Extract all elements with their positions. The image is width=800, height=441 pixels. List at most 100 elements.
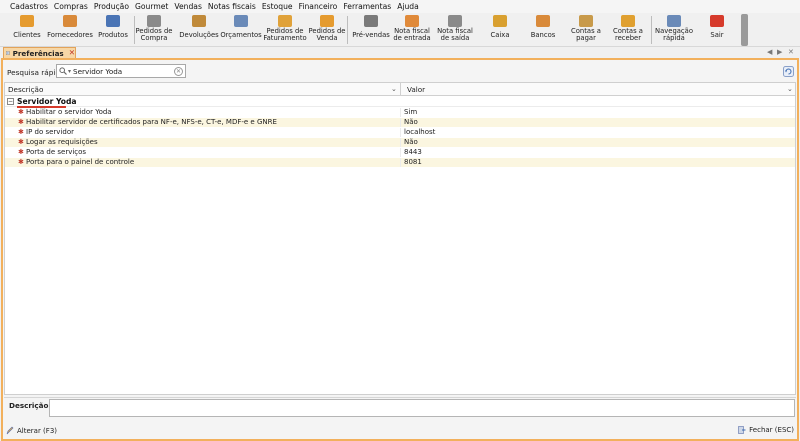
column-description-chevron-icon[interactable]: ⌄ xyxy=(391,85,397,93)
cash-icon xyxy=(493,15,507,27)
toolbar-button-6[interactable]: Pedidos de Faturamento xyxy=(261,13,309,47)
toolbar-button-label: Nota fiscal de saída xyxy=(437,27,473,43)
table-row[interactable]: ✱ Habilitar servidor de certificados para… xyxy=(5,118,795,127)
toolbar-button-label: Caixa xyxy=(490,31,510,39)
close-all-tabs-icon[interactable]: ✕ xyxy=(788,47,794,58)
menu-ajuda[interactable]: Ajuda xyxy=(394,0,422,13)
preferences-icon xyxy=(6,51,10,55)
grid-header: Descrição ⌄ Valor ⌄ xyxy=(5,83,795,96)
table-row[interactable]: ✱ Habilitar o servidor Yoda Sim xyxy=(5,108,795,117)
toolbar-button-label: Bancos xyxy=(530,31,556,39)
toolbar-button-10[interactable]: Nota fiscal de saída xyxy=(431,13,479,47)
tab-scroll-left-icon[interactable]: ◀ xyxy=(767,47,772,58)
toolbar-button-14[interactable]: Contas a receber xyxy=(604,13,652,47)
toolbar-button-1[interactable]: Fornecedores xyxy=(46,13,94,47)
menu-cadastros[interactable]: Cadastros xyxy=(7,0,51,13)
toolbar-button-label: Sair xyxy=(710,31,724,39)
collapse-icon[interactable]: − xyxy=(7,98,14,105)
table-row[interactable]: ✱ Logar as requisições Não xyxy=(5,138,795,147)
setting-value[interactable]: 8081 xyxy=(404,158,422,167)
search-icon xyxy=(59,67,67,75)
close-door-icon xyxy=(738,426,746,434)
description-box xyxy=(49,399,795,417)
tab-scroll-right-icon[interactable]: ▶ xyxy=(777,47,782,58)
toolbar-button-3[interactable]: Pedidos de Compra xyxy=(130,13,178,47)
toolbar-button-0[interactable]: Clientes xyxy=(3,13,51,47)
menu-produção[interactable]: Produção xyxy=(91,0,132,13)
menu-compras[interactable]: Compras xyxy=(51,0,91,13)
table-row[interactable]: ✱ Porta de serviços 8443 xyxy=(5,148,795,157)
toolbar-button-16[interactable]: Sair xyxy=(693,13,741,47)
column-header-value[interactable]: Valor xyxy=(404,83,425,96)
group-row-servidor-yoda[interactable]: − Servidor Yoda xyxy=(5,97,795,108)
search-dropdown-icon[interactable]: ▾ xyxy=(68,68,71,75)
table-row[interactable]: ✱ IP do servidor localhost xyxy=(5,128,795,137)
toolbar-button-label: Pedidos de Venda xyxy=(308,27,346,43)
menu-bar: Cadastros Compras Produção Gourmet Vendas Not… xyxy=(0,0,800,13)
setting-description: Porta de serviços xyxy=(26,148,87,156)
pre-sales-icon xyxy=(364,15,378,27)
menu-ferramentas[interactable]: Ferramentas xyxy=(340,0,394,13)
toolbar-button-9[interactable]: Nota fiscal de entrada xyxy=(388,13,436,47)
setting-value[interactable]: localhost xyxy=(404,128,435,137)
toolbar-button-label: Clientes xyxy=(13,31,41,39)
setting-bullet-icon: ✱ xyxy=(18,138,24,146)
column-header-description[interactable]: Descrição xyxy=(5,83,43,96)
toolbar-button-label: Orçamentos xyxy=(220,31,262,39)
setting-value[interactable]: 8443 xyxy=(404,148,422,157)
tab-preferencias[interactable]: Preferências ✕ xyxy=(3,47,76,58)
toolbar-button-label: Pedidos de Faturamento xyxy=(263,27,307,43)
toolbar-button-label: Contas a pagar xyxy=(571,27,601,43)
edit-button-label: Alterar (F3) xyxy=(17,426,57,435)
menu-estoque[interactable]: Estoque xyxy=(259,0,296,13)
setting-value[interactable]: Não xyxy=(404,138,418,147)
toolbar-button-7[interactable]: Pedidos de Venda xyxy=(303,13,351,47)
toolbar-button-13[interactable]: Contas a pagar xyxy=(562,13,610,47)
column-value-chevron-icon[interactable]: ⌄ xyxy=(787,85,793,93)
setting-bullet-icon: ✱ xyxy=(18,108,24,116)
tab-close-icon[interactable]: ✕ xyxy=(69,49,75,57)
description-label: Descrição: xyxy=(9,401,52,410)
toolbar-button-11[interactable]: Caixa xyxy=(476,13,524,47)
search-input[interactable]: ▾ Servidor Yoda ✕ xyxy=(56,64,186,78)
table-row[interactable]: ✱ Porta para o painel de controle 8081 xyxy=(5,158,795,167)
quotes-icon xyxy=(234,15,248,27)
menu-vendas[interactable]: Vendas xyxy=(171,0,205,13)
billing-orders-icon xyxy=(278,15,292,27)
toolbar-button-label: Nota fiscal de entrada xyxy=(393,27,431,43)
row-divider xyxy=(400,108,401,117)
setting-value[interactable]: Sim xyxy=(404,108,417,117)
menu-gourmet[interactable]: Gourmet xyxy=(132,0,171,13)
refresh-icon[interactable] xyxy=(783,66,794,77)
setting-bullet-icon: ✱ xyxy=(18,158,24,166)
clients-icon xyxy=(20,15,34,27)
toolbar-button-4[interactable]: Devoluções xyxy=(175,13,223,47)
setting-value[interactable]: Não xyxy=(404,118,418,127)
toolbar-grip[interactable] xyxy=(741,14,748,46)
edit-button[interactable]: Alterar (F3) xyxy=(6,426,57,435)
toolbar-button-label: Navegação rápida xyxy=(655,27,693,43)
toolbar-button-label: Devoluções xyxy=(179,31,219,39)
search-value: Servidor Yoda xyxy=(73,66,123,76)
setting-description: IP do servidor xyxy=(26,128,74,136)
menu-notas-fiscais[interactable]: Notas fiscais xyxy=(205,0,259,13)
row-divider xyxy=(400,148,401,157)
setting-description: Habilitar servidor de certificados para … xyxy=(26,118,277,126)
toolbar-button-label: Fornecedores xyxy=(47,31,93,39)
setting-bullet-icon: ✱ xyxy=(18,148,24,156)
toolbar-button-label: Pedidos de Compra xyxy=(135,27,173,43)
toolbar-button-12[interactable]: Bancos xyxy=(519,13,567,47)
close-button[interactable]: Fechar (ESC) xyxy=(738,426,794,434)
preferences-panel: Pesquisa rápida ▾ Servidor Yoda ✕ Descri… xyxy=(1,58,799,441)
inbound-invoice-icon xyxy=(405,15,419,27)
pencil-icon xyxy=(6,426,14,435)
toolbar-button-5[interactable]: Orçamentos xyxy=(217,13,265,47)
toolbar-button-15[interactable]: Navegação rápida xyxy=(650,13,698,47)
column-divider[interactable] xyxy=(400,83,401,96)
menu-financeiro[interactable]: Financeiro xyxy=(296,0,341,13)
setting-description: Porta para o painel de controle xyxy=(26,158,135,166)
setting-bullet-icon: ✱ xyxy=(18,118,24,126)
toolbar-separator xyxy=(651,16,652,44)
exit-icon xyxy=(710,15,724,27)
clear-search-icon[interactable]: ✕ xyxy=(174,66,183,76)
